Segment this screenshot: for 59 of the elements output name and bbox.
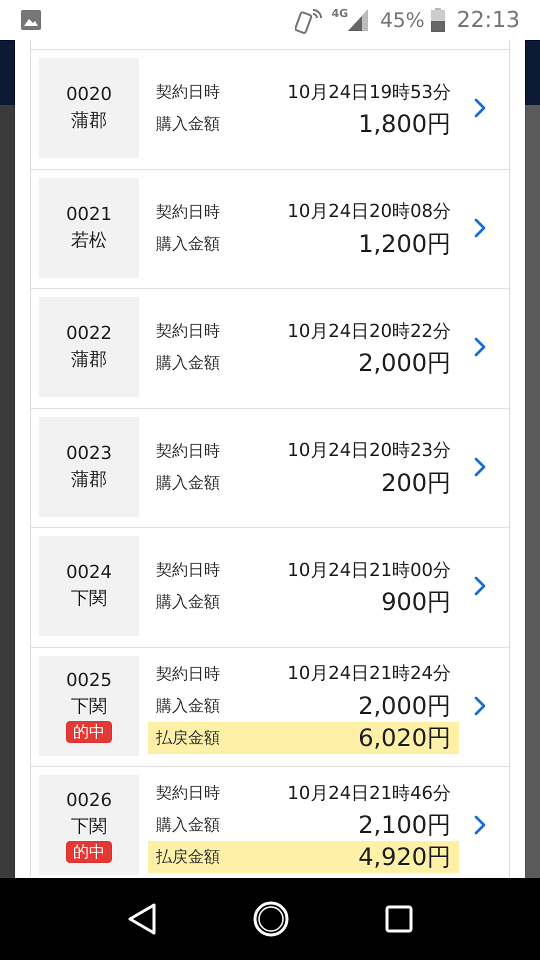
recents-icon[interactable] <box>384 905 413 933</box>
field-label: 購入金額 <box>156 694 220 716</box>
field-value: 10月24日20時22分 <box>287 320 451 344</box>
venue-name: 下関 <box>71 695 107 719</box>
field-label: 購入金額 <box>156 232 220 254</box>
hit-badge: 的中 <box>66 721 112 743</box>
venue-name: 蒲郡 <box>71 468 107 492</box>
venue-name: 下関 <box>71 587 107 611</box>
field-value: 1,800円 <box>358 109 451 140</box>
venue-name: 若松 <box>71 228 107 252</box>
field-label: 払戻金額 <box>156 846 220 868</box>
ticket-number: 0025 <box>66 669 112 693</box>
field-value: 10月24日20時08分 <box>287 200 451 224</box>
field-value: 2,000円 <box>358 690 451 722</box>
field-value: 10月24日21時00分 <box>287 558 451 582</box>
signal-icon <box>348 9 368 31</box>
battery-percent: 45% <box>380 7 425 34</box>
field-label: 契約日時 <box>156 559 220 581</box>
venue-name: 蒲郡 <box>71 348 107 372</box>
field-label: 購入金額 <box>156 472 220 494</box>
hit-badge: 的中 <box>66 840 112 862</box>
field-value: 10月24日21時24分 <box>287 662 451 686</box>
field-value: 900円 <box>381 587 451 618</box>
field-label: 契約日時 <box>156 81 220 103</box>
ticket-number: 0021 <box>66 202 112 226</box>
field-label: 購入金額 <box>156 591 220 613</box>
field-label: 購入金額 <box>156 352 220 374</box>
field-label: 契約日時 <box>156 200 220 222</box>
field-value: 10月24日19時53分 <box>287 80 451 104</box>
field-label: 購入金額 <box>156 113 220 135</box>
field-value: 10月24日20時23分 <box>287 439 451 463</box>
back-icon[interactable] <box>127 903 158 935</box>
ticket-number: 0020 <box>66 83 112 107</box>
network-type: 4G <box>331 6 348 22</box>
venue-name: 蒲郡 <box>71 109 107 133</box>
field-label: 契約日時 <box>156 782 220 804</box>
home-icon[interactable] <box>252 900 290 938</box>
field-value: 2,000円 <box>358 348 451 379</box>
field-value: 2,100円 <box>358 810 451 841</box>
header-strip <box>0 40 15 105</box>
field-value: 1,200円 <box>358 228 451 260</box>
image-icon <box>20 9 42 31</box>
field-label: 契約日時 <box>156 320 220 342</box>
clock: 22:13 <box>456 6 520 34</box>
venue-name: 下関 <box>71 814 107 838</box>
field-label: 契約日時 <box>156 662 220 684</box>
field-label: 契約日時 <box>156 440 220 462</box>
field-label: 払戻金額 <box>156 726 220 748</box>
ticket-number: 0022 <box>66 322 112 346</box>
field-value: 6,020円 <box>358 722 451 754</box>
field-value: 10月24日21時46分 <box>287 782 451 806</box>
battery-icon <box>430 8 445 32</box>
ticket-number: 0024 <box>66 561 112 585</box>
header-strip <box>525 40 540 105</box>
field-value: 4,920円 <box>358 842 451 873</box>
ticket-number: 0026 <box>66 788 112 812</box>
field-label: 購入金額 <box>156 814 220 836</box>
field-value: 200円 <box>381 468 451 498</box>
ticket-number: 0023 <box>66 442 112 466</box>
